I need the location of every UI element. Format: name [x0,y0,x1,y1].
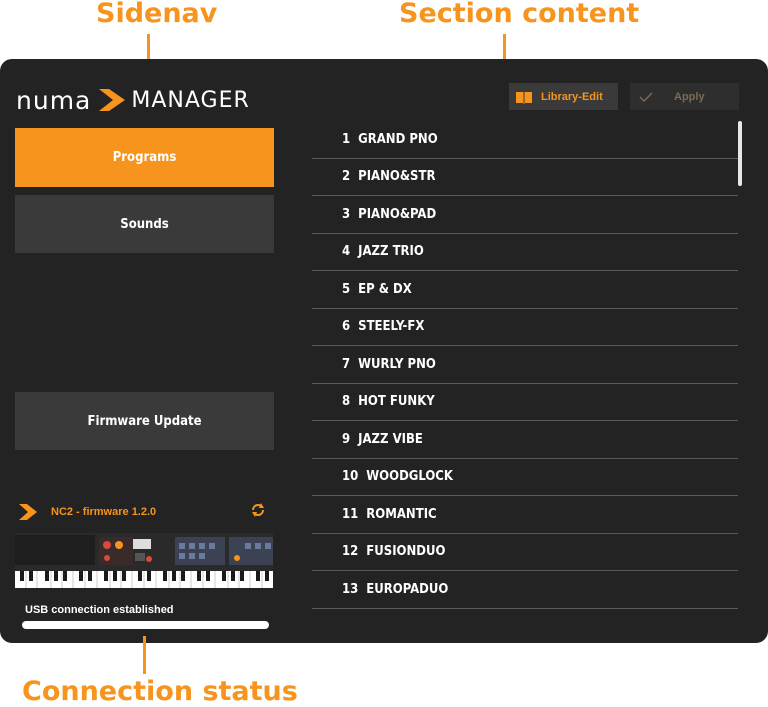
program-number: 4 [342,244,351,260]
program-name: ROMANTIC [366,506,437,522]
annotation-section-content: Section content [399,0,640,29]
apply-label: Apply [674,90,705,103]
firmware-update-button[interactable]: Firmware Update [15,392,274,450]
program-name: JAZZ TRIO [358,244,424,260]
annotation-connection-status: Connection status [22,676,298,707]
firmware-update-label: Firmware Update [87,413,202,429]
program-name: JAZZ VIBE [358,431,423,447]
logo-text-manager: MANAGER [131,87,250,113]
program-number: 10 [342,469,359,485]
list-item[interactable]: 10 WOODGLOCK [312,459,738,496]
list-item[interactable]: 11 ROMANTIC [312,496,738,534]
program-name: EP & DX [358,281,412,297]
library-edit-label: Library-Edit [541,90,603,103]
program-number: 3 [342,206,351,222]
program-name: GRAND PNO [358,131,438,147]
program-name: EUROPADUO [366,581,449,597]
annotation-line-connection-status [143,636,146,674]
list-item[interactable]: 12 FUSIONDUO [312,534,738,571]
program-name: HOT FUNKY [358,394,435,410]
sidebar-item-label: Sounds [120,216,169,232]
program-number: 8 [342,394,351,410]
list-item[interactable]: 7 WURLY PNO [312,346,738,384]
program-number: 5 [342,281,351,297]
program-number: 6 [342,319,351,335]
numa-manager-logo: numa MANAGER [16,85,250,115]
program-name: WURLY PNO [358,356,436,372]
list-item[interactable]: 6 STEELY-FX [312,309,738,346]
list-item[interactable]: 13 EUROPADUO [312,571,738,609]
logo-chevron-icon [99,89,126,111]
connection-progress-bar [22,621,269,629]
logo-text-numa: numa [16,85,92,115]
book-icon [516,91,532,104]
program-number: 13 [342,581,359,597]
device-keyboard-image [15,533,273,588]
library-edit-button[interactable]: Library-Edit [509,83,618,110]
list-item[interactable]: 3 PIANO&PAD [312,196,738,234]
program-name: WOODGLOCK [366,469,453,485]
list-item[interactable]: 8 HOT FUNKY [312,384,738,421]
program-name: STEELY-FX [358,319,425,335]
apply-button[interactable]: Apply [630,83,739,110]
list-item[interactable]: 4 JAZZ TRIO [312,234,738,271]
program-name: PIANO&STR [358,169,436,185]
list-scrollbar[interactable] [738,121,742,186]
program-number: 11 [342,506,359,522]
program-list: 1 GRAND PNO 2 PIANO&STR 3 PIANO&PAD 4 JAZZ T… [312,121,738,609]
program-number: 9 [342,431,351,447]
device-name: NC2 - firmware 1.2.0 [51,506,157,518]
connection-status-text: USB connection established [25,604,174,616]
sidebar-item-label: Programs [112,150,177,165]
program-name: PIANO&PAD [358,206,437,222]
sidebar-item-programs[interactable]: Programs [15,128,274,187]
check-icon [639,91,653,102]
list-item[interactable]: 1 GRAND PNO [312,121,738,159]
list-item[interactable]: 5 EP & DX [312,271,738,309]
device-info: NC2 - firmware 1.2.0 [15,500,274,524]
program-number: 1 [342,131,351,147]
sidebar-item-sounds[interactable]: Sounds [15,195,274,253]
program-name: FUSIONDUO [366,544,446,560]
program-number: 12 [342,544,359,560]
program-number: 2 [342,169,351,185]
list-item[interactable]: 2 PIANO&STR [312,159,738,196]
annotation-sidenav: Sidenav [96,0,218,29]
program-number: 7 [342,356,351,372]
refresh-icon[interactable] [250,502,266,523]
device-chevron-icon [19,504,37,520]
list-item[interactable]: 9 JAZZ VIBE [312,421,738,459]
